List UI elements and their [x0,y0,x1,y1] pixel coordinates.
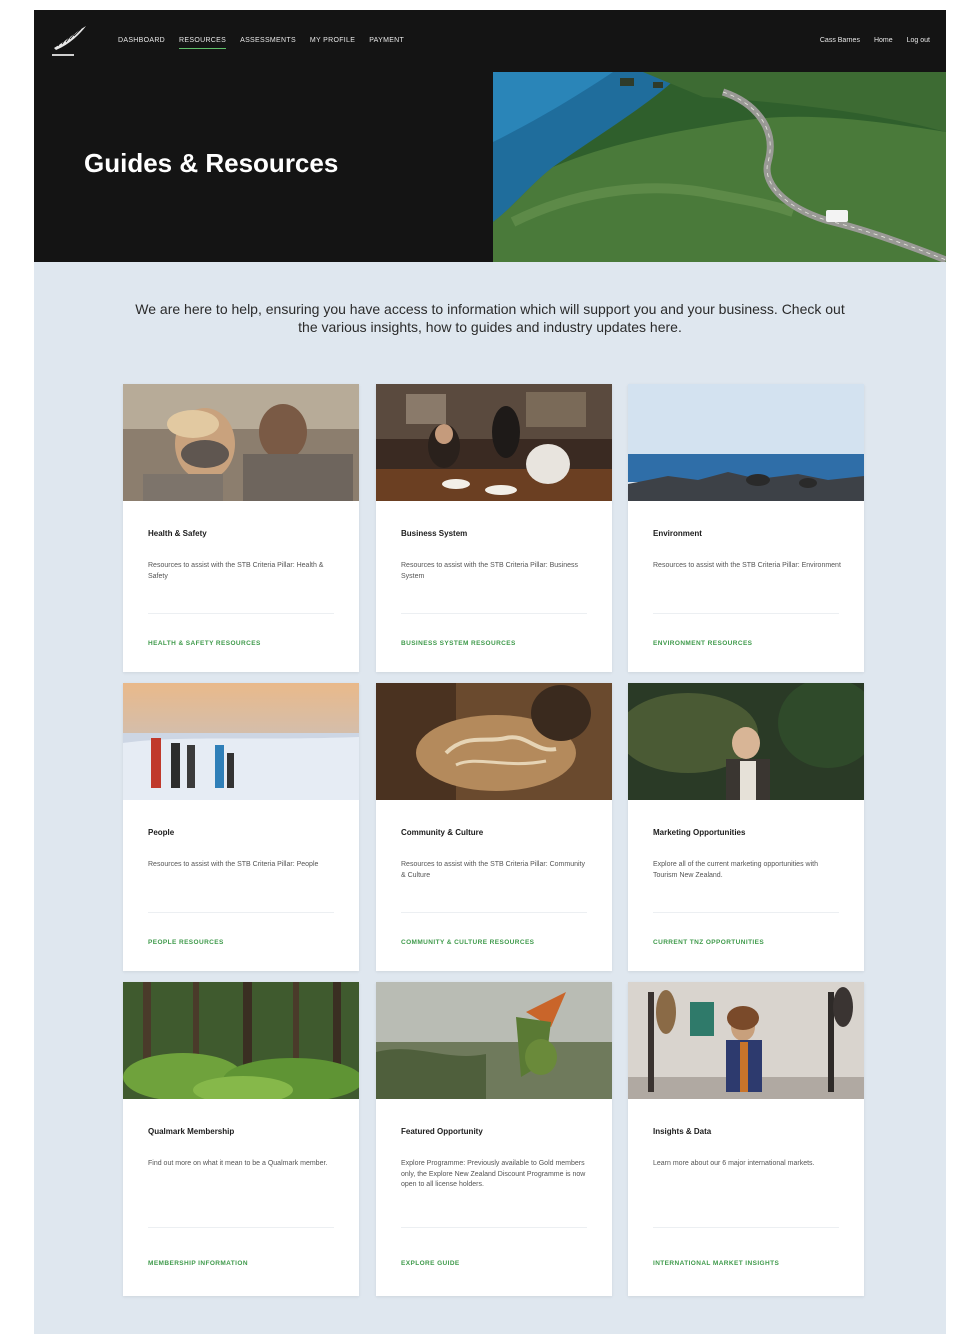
card-divider [148,1227,334,1228]
card-description: Resources to assist with the STB Criteri… [653,562,841,569]
card-link[interactable]: HEALTH & SAFETY RESOURCES [148,640,261,647]
card-title: Insights & Data [653,1127,712,1136]
card-link[interactable]: EXPLORE GUIDE [401,1260,460,1267]
logout-link[interactable]: Log out [907,37,930,44]
user-name-link[interactable]: Cass Barnes [820,37,860,44]
snow-mountain-group-image [123,683,359,800]
nav-payment[interactable]: PAYMENT [369,37,404,49]
card-description: Find out more on what it mean to be a Qu… [148,1160,328,1167]
coastal-road-image [493,72,946,262]
card-people[interactable]: People Resources to assist with the STB … [123,683,359,971]
card-community-culture[interactable]: Community & Culture Resources to assist … [376,683,612,971]
card-title: Health & Safety [148,529,207,538]
card-divider [653,912,839,913]
card-divider [148,613,334,614]
wood-carving-image [376,683,612,800]
card-title: Featured Opportunity [401,1127,483,1136]
card-divider [148,912,334,913]
top-navigation: DASHBOARD RESOURCES ASSESSMENTS MY PROFI… [34,10,946,72]
silver-fern-logo-icon[interactable] [50,24,90,58]
card-divider [401,912,587,913]
card-divider [401,613,587,614]
card-title: Environment [653,529,702,538]
card-description: Explore Programme: Previously available … [401,1160,586,1188]
card-divider [653,613,839,614]
card-business-system[interactable]: Business System Resources to assist with… [376,384,612,672]
mud-spa-couple-image [123,384,359,501]
card-divider [401,1227,587,1228]
card-qualmark-membership[interactable]: Qualmark Membership Find out more on wha… [123,982,359,1296]
card-description: Resources to assist with the STB Criteri… [401,861,585,879]
page-title: Guides & Resources [84,148,339,178]
card-title: Community & Culture [401,828,484,837]
card-title: Business System [401,529,468,538]
nav-my-profile[interactable]: MY PROFILE [310,37,355,49]
restaurant-dining-image [376,384,612,501]
hero-banner: DASHBOARD RESOURCES ASSESSMENTS MY PROFI… [34,10,946,262]
card-link[interactable]: INTERNATIONAL MARKET INSIGHTS [653,1260,779,1267]
card-insights-data[interactable]: Insights & Data Learn more about our 6 m… [628,982,864,1296]
card-link[interactable]: COMMUNITY & CULTURE RESOURCES [401,939,534,946]
card-link[interactable]: BUSINESS SYSTEM RESOURCES [401,640,516,647]
card-title: People [148,828,175,837]
page: DASHBOARD RESOURCES ASSESSMENTS MY PROFI… [34,10,946,1334]
woman-art-gallery-image [628,982,864,1099]
fern-forest-image [123,982,359,1099]
card-description: Resources to assist with the STB Criteri… [401,562,579,580]
card-link[interactable]: CURRENT TNZ OPPORTUNITIES [653,939,764,946]
card-environment[interactable]: Environment Resources to assist with the… [628,384,864,672]
nav-resources[interactable]: RESOURCES [179,37,227,49]
card-link[interactable]: PEOPLE RESOURCES [148,939,224,946]
intro-text: We are here to help, ensuring you have a… [135,301,845,335]
home-link[interactable]: Home [874,37,893,44]
nav-assessments[interactable]: ASSESSMENTS [240,37,296,49]
card-title: Qualmark Membership [148,1127,235,1136]
card-description: Explore all of the current marketing opp… [653,861,818,879]
card-description: Resources to assist with the STB Criteri… [148,562,324,580]
card-title: Marketing Opportunities [653,828,746,837]
nav-dashboard[interactable]: DASHBOARD [118,37,165,49]
card-description: Resources to assist with the STB Criteri… [148,861,319,868]
man-in-forest-image [628,683,864,800]
card-featured-opportunity[interactable]: Featured Opportunity Explore Programme: … [376,982,612,1296]
card-description: Learn more about our 6 major internation… [653,1160,815,1167]
card-divider [653,1227,839,1228]
kea-parrot-image [376,982,612,1099]
card-link[interactable]: MEMBERSHIP INFORMATION [148,1260,248,1267]
card-marketing-opportunities[interactable]: Marketing Opportunities Explore all of t… [628,683,864,971]
card-link[interactable]: ENVIRONMENT RESOURCES [653,640,752,647]
seals-on-rocks-image [628,384,864,501]
card-health-safety[interactable]: Health & Safety Resources to assist with… [123,384,359,672]
